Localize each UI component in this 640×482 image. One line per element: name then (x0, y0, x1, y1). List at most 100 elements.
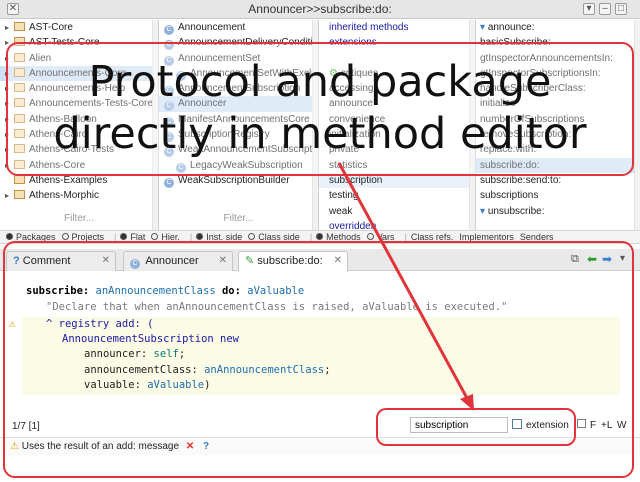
close-icon[interactable]: ✕ (219, 252, 227, 270)
class-item[interactable]: C Announcer (159, 96, 318, 112)
packages-pane[interactable]: ▸ AST-Core ▸ AST-Tests-Core ▸ Alien ▸ Announcem… (0, 20, 159, 230)
protocol-item[interactable]: announce (319, 96, 475, 111)
package-item[interactable]: ▸ AST-Core (0, 20, 158, 35)
protocols-pane[interactable]: inherited methods extensions ⚙ critiques ac… (319, 20, 476, 230)
mode-radio-option[interactable]: Hier. (151, 232, 180, 242)
protocol-item[interactable]: convenience (319, 112, 475, 127)
package-item[interactable]: ▸ Announcements-Tests-Core (0, 96, 158, 111)
class-item[interactable]: C LegacyWeakSubscription (159, 158, 318, 173)
protocol-item[interactable]: overridden (319, 219, 475, 230)
expand-triangle-icon[interactable]: ▸ (2, 20, 12, 35)
window-menu-icon[interactable]: ⧉ (571, 253, 579, 266)
critique-help-icon[interactable]: ? (203, 441, 209, 452)
protocol-item[interactable]: private (319, 142, 475, 157)
mode-radio-option[interactable]: Vars (366, 232, 395, 242)
dropdown-icon[interactable]: ▾ (620, 253, 625, 264)
method-item[interactable]: gtInspectorAnnouncementsIn: (476, 51, 640, 66)
radio-icon[interactable] (366, 233, 374, 240)
expand-triangle-icon[interactable]: ▸ (2, 142, 12, 157)
method-item[interactable]: numberOfSubscriptions (476, 112, 640, 127)
class-item[interactable]: C Announcement (159, 20, 318, 35)
expand-triangle-icon[interactable]: ▸ (2, 127, 12, 142)
flag-f[interactable]: F (590, 420, 596, 431)
method-item[interactable]: ▾ unsubscribe: (476, 204, 640, 219)
method-item[interactable]: subscribe:do: (476, 157, 640, 173)
class-item[interactable]: C ManifestAnnouncementsCore (159, 112, 318, 127)
close-window-icon[interactable]: ✕ (7, 3, 19, 15)
protocol-item[interactable]: accessing (319, 81, 475, 96)
mode-radio-option[interactable]: Projects (61, 232, 104, 242)
class-item[interactable]: C SubscriptionRegistry (159, 127, 318, 143)
method-editor[interactable]: ⚠ subscribe: anAnnouncementClass do: aVa… (0, 272, 640, 414)
class-item[interactable]: C WeakAnnouncementSubscription (159, 142, 318, 158)
class-item[interactable]: C AnnouncementDeliveryCondition (159, 35, 318, 51)
protocol-item[interactable]: inherited methods (319, 20, 475, 35)
ban-critique-icon[interactable]: ✕ (186, 441, 194, 452)
menu-window-icon[interactable]: ▾ (583, 3, 595, 15)
mode-radio-option[interactable]: Methods (316, 232, 361, 242)
package-filter-input[interactable]: Filter... (0, 213, 158, 224)
class-item[interactable]: C WeakSubscriptionBuilder (159, 173, 318, 188)
methods-scrollbar[interactable] (634, 20, 640, 230)
classes-pane[interactable]: C Announcement C AnnouncementDeliveryCondit… (159, 20, 319, 230)
class-item[interactable]: C AnnouncementSubscription (159, 81, 318, 97)
method-item[interactable]: subscriptions (476, 188, 640, 203)
protocol-item[interactable]: statistics (319, 158, 475, 173)
extension-checkbox[interactable] (512, 419, 522, 429)
minimize-window-icon[interactable]: – (599, 3, 611, 15)
bar-button[interactable]: Implementors (459, 232, 514, 242)
package-item[interactable]: Athens-Examples (0, 173, 158, 188)
package-item[interactable]: ▸ AST-Tests-Core (0, 35, 158, 50)
tab-comment[interactable]: ? Comment ✕ (6, 251, 116, 271)
flag-wrap[interactable]: W (617, 420, 626, 431)
flag-line-numbers[interactable]: +L (601, 420, 612, 431)
class-item[interactable]: C AnnouncementSetWithExclusions (159, 66, 318, 81)
package-item[interactable]: ▸ Athens-Morphic (0, 188, 158, 203)
expand-triangle-icon[interactable]: ▸ (2, 66, 12, 81)
flag-checkbox[interactable] (577, 419, 586, 428)
package-item[interactable]: ▸ Athens-Balloon (0, 112, 158, 127)
class-filter-input[interactable]: Filter... (159, 213, 318, 224)
mode-radio-option[interactable]: Packages (6, 232, 56, 242)
protocol-item[interactable] (319, 51, 475, 66)
methods-pane[interactable]: ▾ announce: basicSubscribe: gtInspectorA… (476, 20, 640, 230)
packages-scrollbar[interactable] (152, 20, 158, 230)
package-item[interactable]: ▸ Announcements-Core (0, 65, 158, 82)
radio-icon[interactable] (6, 233, 13, 240)
package-item[interactable]: ▸ Athens-Core (0, 158, 158, 173)
expand-triangle-icon[interactable]: ▸ (2, 188, 12, 203)
bar-button[interactable]: Class refs. (411, 232, 454, 242)
protocols-scrollbar[interactable] (469, 20, 475, 230)
package-item[interactable]: ▸ Athens-Cairo-Tests (0, 142, 158, 157)
method-item[interactable]: subscribe:send:to: (476, 173, 640, 188)
protocol-item[interactable]: extensions (319, 35, 475, 50)
protocol-item[interactable]: subscription (319, 172, 475, 189)
bar-button[interactable]: Senders (520, 232, 554, 242)
package-item[interactable]: ▸ Announcements-Help (0, 81, 158, 96)
method-item[interactable]: removeSubscription: (476, 127, 640, 142)
radio-icon[interactable] (196, 233, 204, 240)
protocol-item[interactable]: ⚙ critiques (319, 66, 475, 81)
close-icon[interactable]: ✕ (334, 252, 342, 270)
method-item[interactable]: initialize (476, 96, 640, 111)
radio-icon[interactable] (61, 233, 69, 240)
radio-icon[interactable] (248, 233, 256, 240)
method-item[interactable]: replace:with: (476, 142, 640, 157)
protocol-input[interactable] (410, 417, 508, 433)
radio-icon[interactable] (316, 233, 324, 240)
expand-triangle-icon[interactable]: ▸ (2, 35, 12, 50)
radio-icon[interactable] (120, 233, 128, 240)
tab-subscribe-do[interactable]: ✎ subscribe:do: ✕ (238, 251, 348, 272)
method-item[interactable]: ▾ announce: (476, 20, 640, 35)
forward-arrow-icon[interactable]: ➡ (602, 252, 612, 266)
maximize-window-icon[interactable]: □ (615, 3, 627, 15)
expand-triangle-icon[interactable]: ▸ (2, 81, 12, 96)
close-icon[interactable]: ✕ (102, 252, 110, 270)
protocol-item[interactable]: initialization (319, 127, 475, 142)
method-item[interactable]: gtInspectorSubscriptionsIn: (476, 66, 640, 81)
method-item[interactable]: handleSubscriberClass: (476, 81, 640, 96)
expand-triangle-icon[interactable]: ▸ (2, 112, 12, 127)
expand-triangle-icon[interactable]: ▸ (2, 51, 12, 66)
expand-triangle-icon[interactable]: ▸ (2, 158, 12, 173)
protocol-item[interactable]: testing (319, 188, 475, 203)
